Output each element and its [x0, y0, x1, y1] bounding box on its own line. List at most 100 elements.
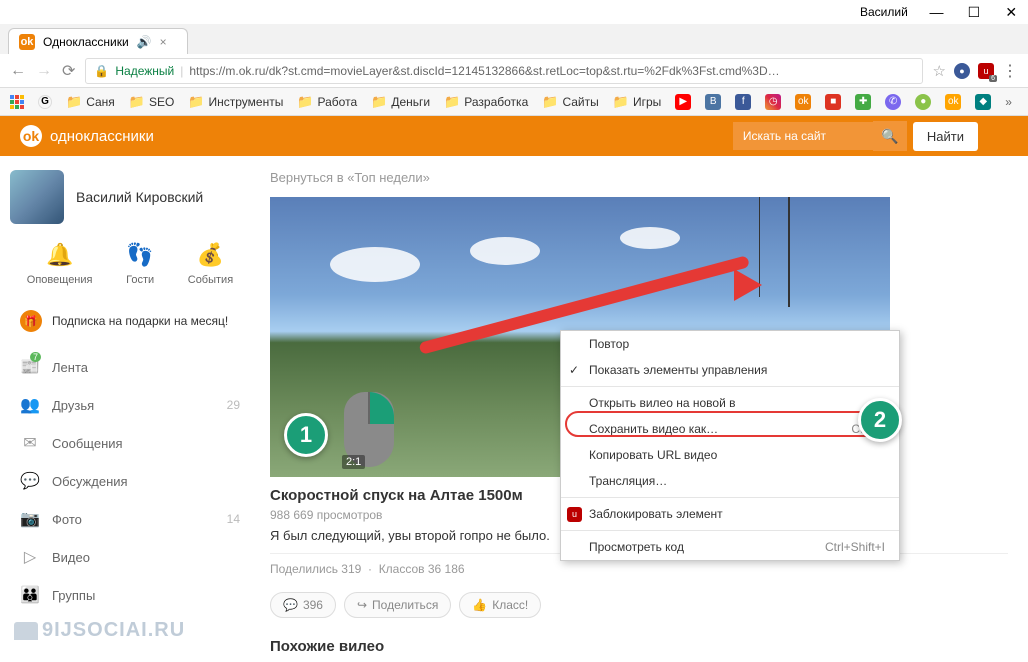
- find-button[interactable]: Найти: [913, 122, 978, 151]
- tab-bar: ok Одноклассники 🔊 ×: [0, 24, 1028, 54]
- ctx-inspect[interactable]: Просмотреть кодCtrl+Shift+I: [561, 534, 899, 560]
- ctx-block-element[interactable]: uЗаблокировать элемент: [561, 501, 899, 527]
- like-button[interactable]: 👍Класс!: [459, 592, 541, 618]
- viber-icon[interactable]: ✆: [885, 94, 901, 110]
- address-field[interactable]: 🔒 Надежный | https://m.ok.ru/dk?st.cmd=m…: [85, 58, 922, 84]
- similar-title: Похожие вилео: [270, 638, 1008, 655]
- ok-logo-icon: ok: [20, 125, 42, 147]
- video-actions: 💬396 ↪Поделиться 👍Класс!: [270, 584, 1008, 626]
- brand-name: одноклассники: [50, 128, 154, 145]
- bookmark-overflow-icon[interactable]: »: [1005, 95, 1012, 109]
- context-menu: Повтор Показать элементы управления Откр…: [560, 330, 900, 561]
- secure-label: Надежный: [115, 64, 174, 78]
- ctx-broadcast[interactable]: Трансляция…: [561, 468, 899, 494]
- notifications-button[interactable]: 🔔Оповещения: [27, 242, 93, 286]
- promo-banner[interactable]: 🎁 Подписка на подарки на месяц!: [10, 302, 250, 340]
- minimize-button[interactable]: —: [928, 4, 945, 20]
- lock-icon: 🔒: [94, 64, 109, 78]
- nav-messages[interactable]: ✉Сообщения: [10, 424, 250, 462]
- friends-icon: 👥: [20, 395, 40, 415]
- share-button[interactable]: ↪Поделиться: [344, 592, 451, 618]
- nav-groups[interactable]: 👪Группы: [10, 576, 250, 614]
- video-icon: ▷: [20, 547, 40, 567]
- tab-title: Одноклассники: [43, 35, 129, 49]
- step-marker-1: 1: [284, 413, 328, 457]
- bookmark-folder[interactable]: 📁Разработка: [444, 94, 528, 110]
- browser-tab[interactable]: ok Одноклассники 🔊 ×: [8, 28, 188, 54]
- watermark: 9IJSOCIAI.RU: [14, 619, 185, 642]
- bell-icon: 🔔: [46, 242, 73, 268]
- ctx-copy-url[interactable]: Копировать URL видео: [561, 442, 899, 468]
- bookmark-folder[interactable]: 📁Сайты: [542, 94, 599, 110]
- bookmark-icon[interactable]: ◆: [975, 94, 991, 110]
- ctx-show-controls[interactable]: Показать элементы управления: [561, 357, 899, 383]
- discussions-icon: 💬: [20, 471, 40, 491]
- bookmark-folder[interactable]: 📁SEO: [129, 94, 175, 110]
- folder-icon: 📁: [129, 94, 145, 110]
- close-window-button[interactable]: ✕: [1003, 4, 1020, 21]
- reload-button[interactable]: ⟳: [62, 61, 75, 81]
- gift-icon: 🎁: [20, 310, 42, 332]
- profile-name[interactable]: Василий: [860, 5, 908, 19]
- user-name: Василий Кировский: [76, 189, 203, 205]
- bookmark-icon[interactable]: ●: [915, 94, 931, 110]
- messages-icon: ✉: [20, 433, 40, 453]
- avatar: [10, 170, 64, 224]
- folder-icon: 📁: [444, 94, 460, 110]
- groups-icon: 👪: [20, 585, 40, 605]
- ok-icon[interactable]: ok: [795, 94, 811, 110]
- search-input[interactable]: [733, 122, 873, 150]
- vk-icon[interactable]: B: [705, 94, 721, 110]
- tab-close-icon[interactable]: ×: [160, 35, 167, 49]
- forward-button[interactable]: →: [36, 62, 52, 80]
- bookmark-icon[interactable]: ok: [945, 94, 961, 110]
- ctx-repeat[interactable]: Повтор: [561, 331, 899, 357]
- user-profile[interactable]: Василий Кировский: [10, 170, 250, 224]
- footprints-icon: 👣: [126, 242, 153, 268]
- events-button[interactable]: 💰События: [188, 242, 233, 286]
- folder-icon: 📁: [188, 94, 204, 110]
- instagram-icon[interactable]: ◷: [765, 94, 781, 110]
- bookmark-folder[interactable]: 📁Деньги: [371, 94, 430, 110]
- nav-feed[interactable]: 7📰Лента: [10, 348, 250, 386]
- bookmark-folder[interactable]: 📁Саня: [66, 94, 115, 110]
- annotation-highlight: [565, 411, 895, 437]
- youtube-icon[interactable]: ▶: [675, 94, 691, 110]
- back-link[interactable]: Вернуться в «Топ недели»: [270, 170, 1008, 185]
- maximize-button[interactable]: ☐: [965, 4, 982, 21]
- photos-icon: 📷: [20, 509, 40, 529]
- separator: [561, 497, 899, 498]
- bookmark-star-icon[interactable]: ☆: [933, 62, 946, 80]
- comments-button[interactable]: 💬396: [270, 592, 336, 618]
- nav-discussions[interactable]: 💬Обсуждения: [10, 462, 250, 500]
- site-logo[interactable]: ok одноклассники: [20, 125, 154, 147]
- decorative: [620, 227, 680, 249]
- nav-video[interactable]: ▷Видео: [10, 538, 250, 576]
- like-icon: 👍: [472, 598, 487, 612]
- separator: [561, 386, 899, 387]
- audio-icon[interactable]: 🔊: [137, 35, 152, 49]
- bookmark-folder[interactable]: 📁Инструменты: [188, 94, 283, 110]
- coin-icon: 💰: [197, 242, 224, 268]
- back-button[interactable]: ←: [10, 62, 26, 80]
- bookmark-folder[interactable]: 📁Работа: [297, 94, 357, 110]
- nav-friends[interactable]: 👥Друзья29: [10, 386, 250, 424]
- ublock-icon: u: [567, 507, 582, 522]
- facebook-icon[interactable]: f: [735, 94, 751, 110]
- extension-icon[interactable]: ●: [954, 63, 970, 79]
- bookmark-folder[interactable]: 📁Игры: [613, 94, 662, 110]
- guests-button[interactable]: 👣Гости: [126, 242, 154, 286]
- google-icon[interactable]: G: [38, 95, 52, 109]
- quick-actions: 🔔Оповещения 👣Гости 💰События: [10, 242, 250, 286]
- ublock-icon[interactable]: u6: [978, 63, 994, 79]
- search-icon-button[interactable]: 🔍: [873, 121, 907, 151]
- site-header: ok одноклассники 🔍 Найти: [0, 116, 1028, 156]
- bookmark-icon[interactable]: ✚: [855, 94, 871, 110]
- bookmark-icon[interactable]: ■: [825, 94, 841, 110]
- nav-photos[interactable]: 📷Фото14: [10, 500, 250, 538]
- apps-icon[interactable]: [10, 95, 24, 109]
- bookmark-bar: G 📁Саня 📁SEO 📁Инструменты 📁Работа 📁Деньг…: [0, 88, 1028, 116]
- menu-icon[interactable]: ⋮: [1002, 61, 1018, 81]
- share-icon: ↪: [357, 598, 367, 612]
- decorative: [330, 247, 420, 282]
